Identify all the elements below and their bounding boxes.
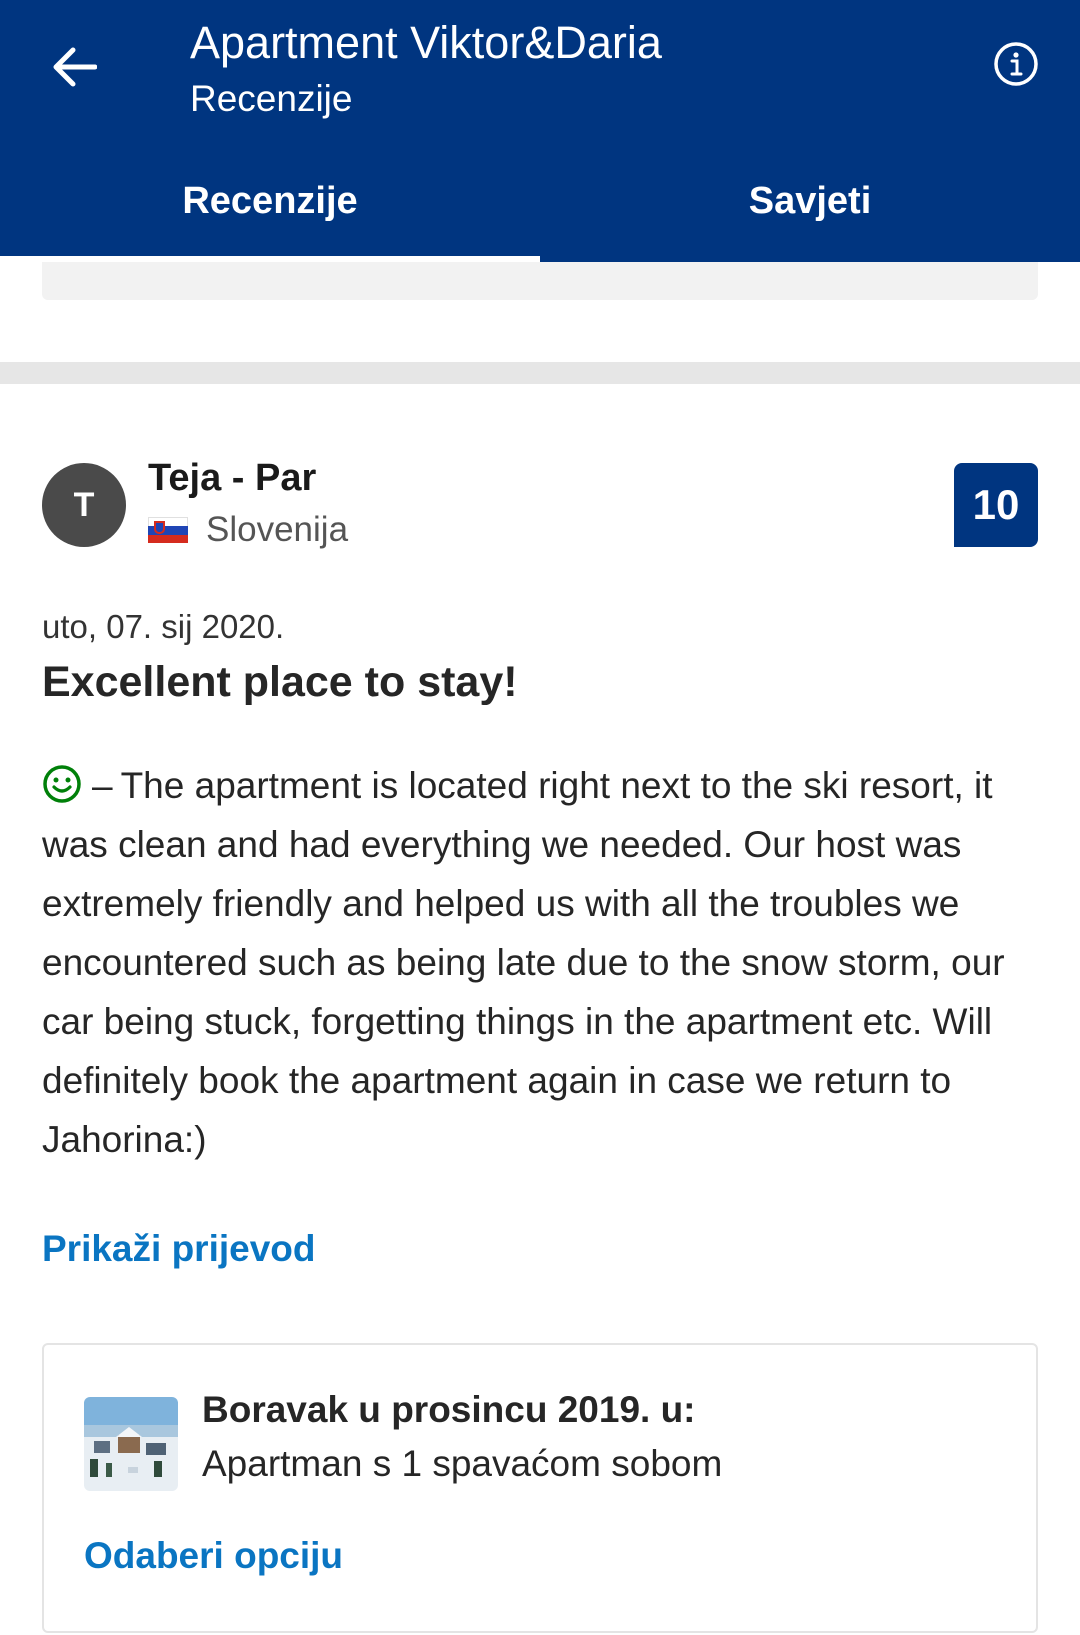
- score-value: 10: [972, 481, 1020, 528]
- reviewer-name: Teja - Par: [148, 457, 317, 499]
- page-subtitle: Recenzije: [190, 78, 353, 119]
- info-circle-icon: [994, 42, 1038, 86]
- stay-heading: Boravak u prosincu 2019. u:: [202, 1389, 696, 1430]
- review-date: uto, 07. sij 2020.: [42, 608, 285, 645]
- tab-reviews-label: Recenzije: [182, 179, 358, 222]
- section-divider: [0, 362, 1080, 384]
- page-title: Apartment Viktor&Daria: [190, 17, 662, 68]
- country-name: Slovenija: [206, 510, 349, 549]
- positive-dash: –: [92, 765, 113, 806]
- score-badge: 10: [954, 463, 1038, 547]
- avatar-initial: T: [73, 485, 95, 524]
- avatar: T: [42, 463, 126, 547]
- smiley-icon: [43, 765, 81, 803]
- reviewer-country: Slovenija: [148, 510, 348, 550]
- app-bar: Apartment Viktor&Daria Recenzije Recenzi…: [0, 0, 1080, 262]
- info-button[interactable]: [990, 38, 1042, 90]
- tab-tips-label: Savjeti: [748, 179, 872, 222]
- property-thumbnail: [84, 1397, 178, 1491]
- stay-room-type: Apartman s 1 spavaćom sobom: [202, 1443, 723, 1484]
- arrow-left-icon: [53, 47, 97, 87]
- review-positive-text-block: – The apartment is located right next to …: [42, 756, 1038, 1169]
- tab-bar: Recenzije Savjeti: [0, 152, 1080, 262]
- choose-option-link[interactable]: Odaberi opciju: [84, 1535, 343, 1577]
- review-title: Excellent place to stay!: [42, 658, 518, 706]
- header-titles: Apartment Viktor&Daria Recenzije: [190, 14, 662, 124]
- tab-tips[interactable]: Savjeti: [540, 152, 1080, 262]
- review-positive-text: The apartment is located right next to t…: [42, 765, 1005, 1160]
- previous-card-bottom: [42, 262, 1038, 300]
- back-button[interactable]: [42, 35, 106, 99]
- stay-info-card: Boravak u prosincu 2019. u: Apartman s 1…: [42, 1343, 1038, 1633]
- tab-reviews[interactable]: Recenzije: [0, 152, 540, 262]
- slovenia-flag-icon: [148, 517, 188, 543]
- show-translation-link[interactable]: Prikaži prijevod: [42, 1228, 316, 1270]
